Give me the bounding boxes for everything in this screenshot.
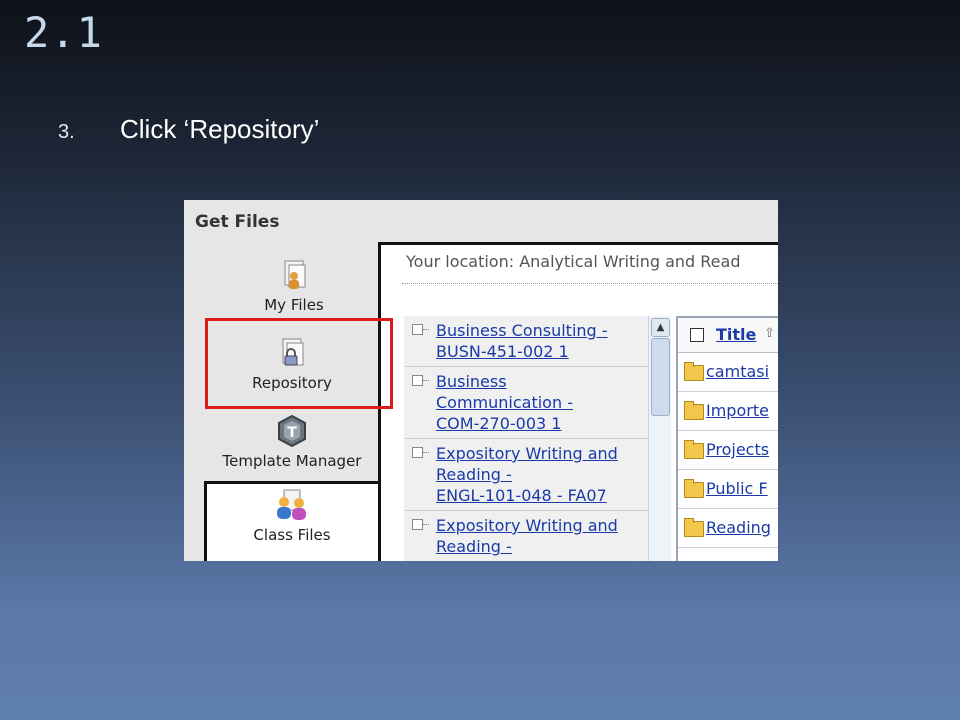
nav-label: My Files [264, 296, 324, 314]
folder-icon [684, 401, 704, 420]
nav-class-files[interactable]: Class Files [206, 488, 378, 544]
svg-text:T: T [287, 425, 297, 441]
expand-checkbox[interactable] [412, 375, 429, 386]
course-link[interactable]: Business Consulting - BUSN-451-002 1 [436, 321, 608, 361]
my-files-icon [284, 260, 306, 289]
slide-title: 2.1 [24, 8, 103, 57]
folder-icon [684, 479, 704, 498]
scrollbar[interactable]: ▲ [648, 316, 671, 561]
folder-link[interactable]: Reading [706, 518, 771, 537]
folder-link[interactable]: Importe [706, 401, 769, 420]
folder-icon [684, 440, 704, 459]
list-item[interactable]: Business Consulting - BUSN-451-002 1 [404, 316, 648, 367]
step-number: 3. [58, 121, 75, 143]
get-files-title: Get Files [195, 212, 280, 232]
expand-checkbox[interactable] [412, 447, 429, 458]
table-row[interactable]: Reading [678, 509, 778, 548]
class-files-icon [277, 489, 306, 520]
scroll-thumb[interactable] [651, 338, 670, 416]
folder-link[interactable]: Public F [706, 479, 768, 498]
divider [402, 283, 778, 284]
nav-template-manager[interactable]: T Template Manager [202, 414, 382, 470]
folder-icon [684, 518, 704, 537]
table-row[interactable]: camtasi [678, 353, 778, 392]
nav-label: Template Manager [222, 452, 362, 470]
list-item[interactable]: Expository Writing and Reading - [404, 511, 648, 561]
file-list-header: Title ⇧ [678, 318, 778, 353]
list-item[interactable]: Business Communication - COM-270-003 1 [404, 367, 648, 439]
folder-link[interactable]: Projects [706, 440, 769, 459]
table-row[interactable]: Importe [678, 392, 778, 431]
title-column-header[interactable]: Title [716, 325, 756, 344]
sort-arrow-icon[interactable]: ⇧ [764, 326, 775, 341]
select-all-checkbox[interactable] [690, 328, 704, 342]
table-row[interactable]: Projects [678, 431, 778, 470]
table-row[interactable]: Public F [678, 470, 778, 509]
course-list: Business Consulting - BUSN-451-002 1 Busi… [404, 316, 648, 561]
course-link[interactable]: Expository Writing and Reading - ENGL-101-… [436, 444, 618, 505]
file-list-panel: Title ⇧ camtasi Importe Projects Public … [676, 316, 778, 561]
folder-icon [684, 362, 704, 381]
nav-label: Class Files [253, 526, 331, 544]
list-item[interactable]: Expository Writing and Reading - ENGL-101-… [404, 439, 648, 511]
step-text: Click ‘Repository’ [120, 114, 320, 144]
location-breadcrumb: Your location: Analytical Writing and Re… [406, 252, 741, 271]
step-instruction: 3. Click ‘Repository’ [58, 114, 319, 145]
repository-highlight-box [205, 318, 393, 409]
course-link[interactable]: Business Communication - COM-270-003 1 [436, 372, 573, 433]
course-link[interactable]: Expository Writing and Reading - [436, 516, 618, 556]
folder-link[interactable]: camtasi [706, 362, 769, 381]
template-manager-icon: T [278, 414, 306, 448]
expand-checkbox[interactable] [412, 324, 429, 335]
nav-my-files[interactable]: My Files [244, 258, 344, 314]
expand-checkbox[interactable] [412, 519, 429, 530]
scroll-up-icon[interactable]: ▲ [651, 318, 670, 337]
